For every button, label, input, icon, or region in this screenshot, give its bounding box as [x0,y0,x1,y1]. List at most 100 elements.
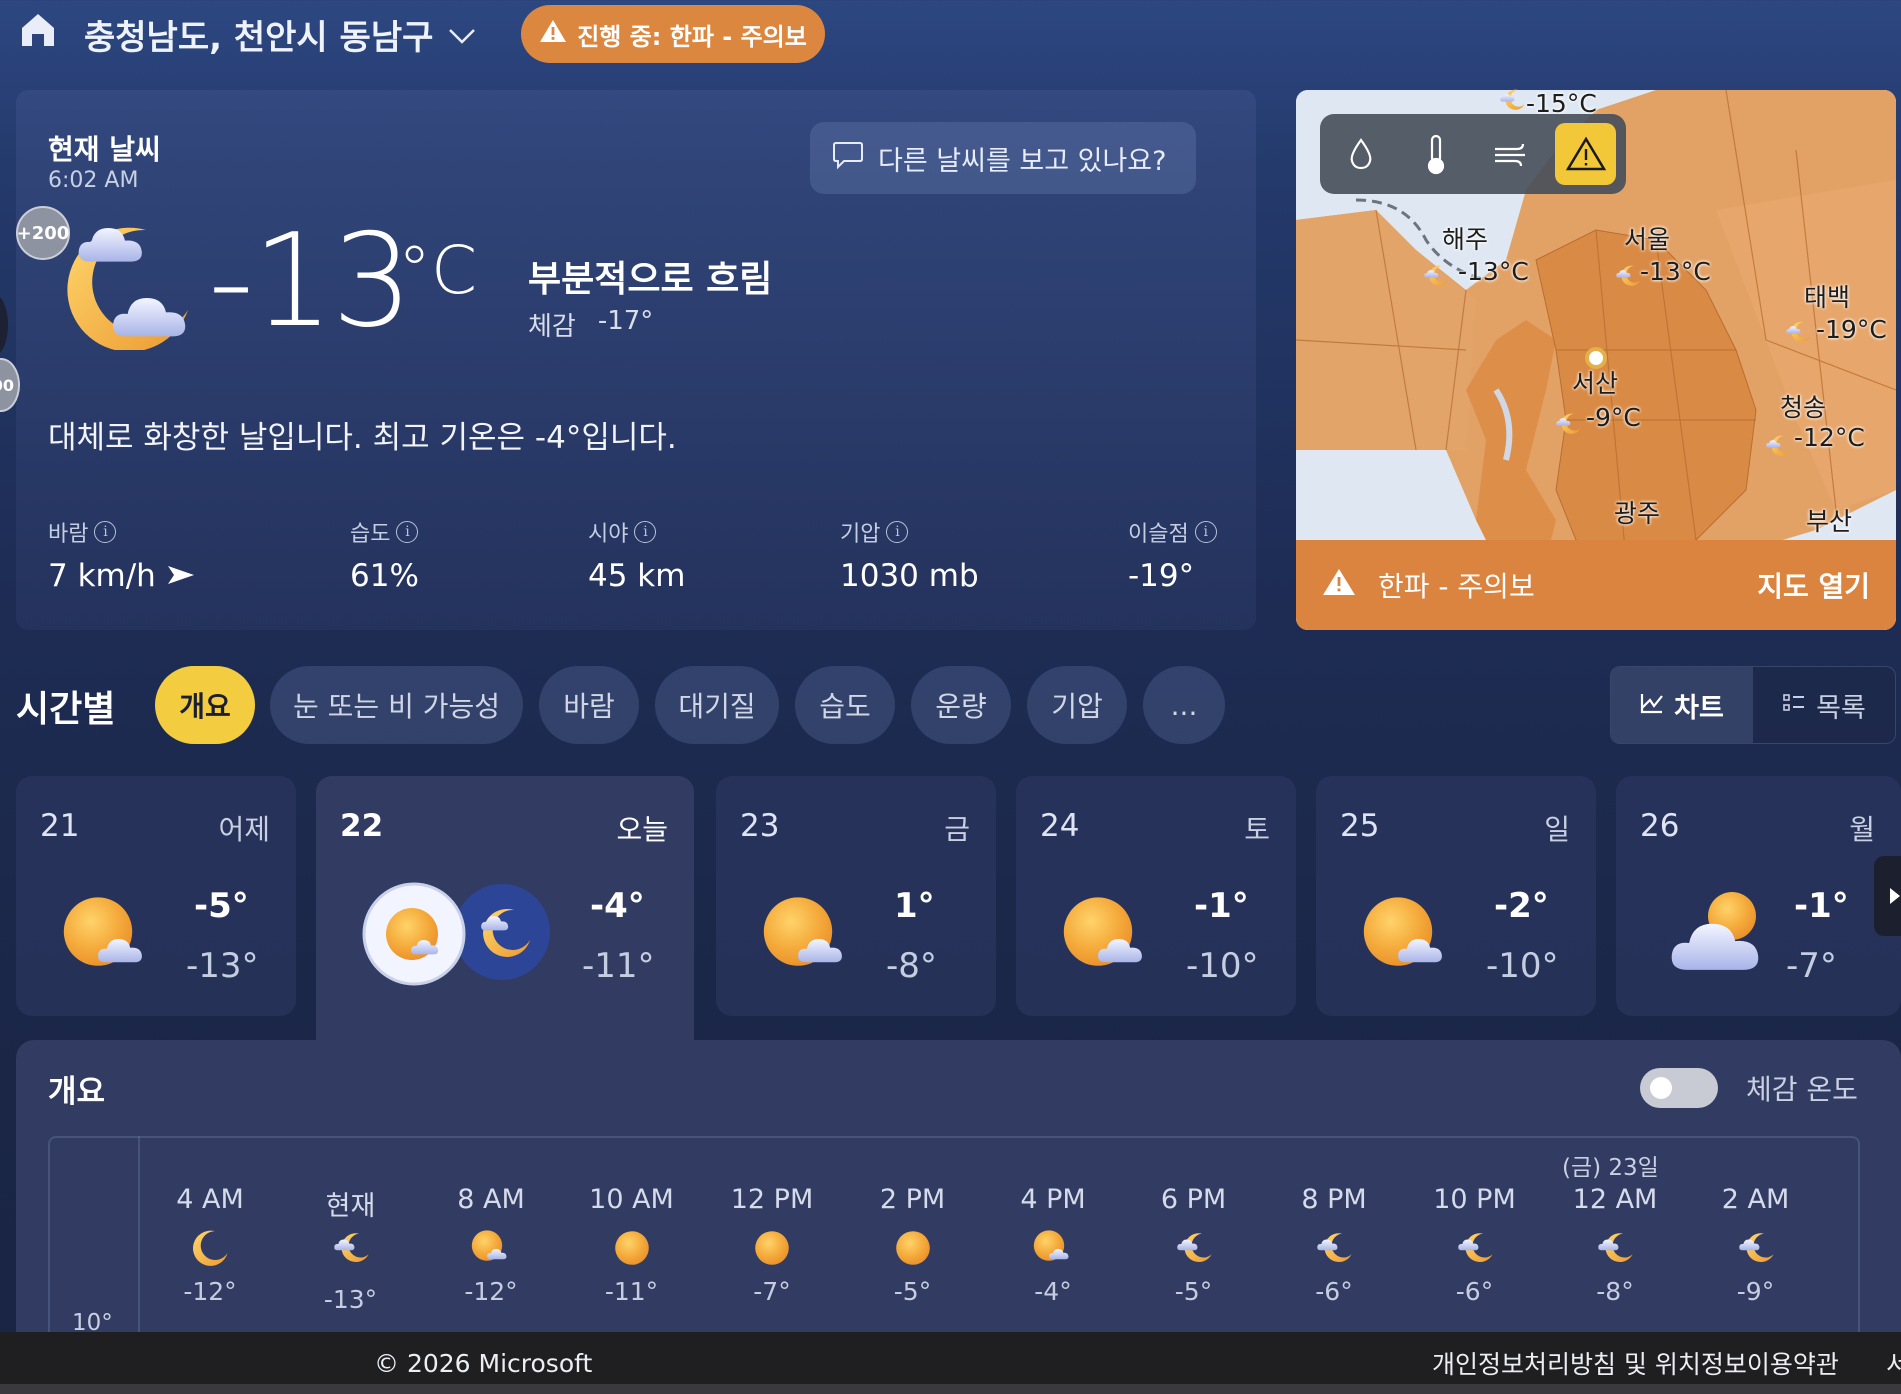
hour-column[interactable]: 8 AM -12° [431,1184,551,1306]
view-toggle: 차트 목록 [1610,666,1896,744]
moon-cloud-icon [1455,1228,1495,1272]
hour-column[interactable]: 10 AM -11° [572,1184,692,1306]
hour-column[interactable]: 10 PM -6° [1415,1184,1535,1306]
hour-temperature: -5° [1174,1277,1213,1306]
stat-value: 61% [350,558,419,594]
tab-pressure[interactable]: 기압 [1027,666,1127,744]
map-city-name: 청송 [1780,393,1827,422]
day-card[interactable]: 23 금 1° -8° [716,776,996,1016]
map-city-temp: -13°C [1458,257,1529,286]
map-city-name: 서산 [1572,369,1619,398]
privacy-link[interactable]: 개인정보처리방침 및 위치정보이용약관 [1432,1345,1839,1381]
day-number: 24 [1040,808,1080,844]
feels-like-value: -17° [597,306,654,336]
hour-time: 4 AM [176,1184,244,1215]
day-low: -8° [886,946,937,986]
hour-column[interactable]: 현재 -13° [291,1184,411,1314]
stat-value: 7 km/h [48,558,156,594]
other-weather-feedback-button[interactable]: 다른 날씨를 보고 있나요? [810,122,1196,194]
sun-cloud-icon [1062,892,1152,986]
hour-column[interactable]: 12 PM -7° [712,1184,832,1306]
view-list-button[interactable]: 목록 [1753,667,1895,743]
moon-icon [190,1228,230,1272]
hour-column[interactable]: 12 AM -8° [1555,1184,1675,1306]
thermometer-icon[interactable] [1405,123,1466,185]
footer-link-cut[interactable]: 서 [1886,1345,1901,1381]
day-low: -10° [1186,946,1259,986]
tab-cloud-cover[interactable]: 운량 [911,666,1011,744]
warning-icon[interactable] [1555,123,1616,185]
badge-counter[interactable]: +200 [16,206,70,260]
day-name: 오늘 [616,813,668,846]
active-alert-button[interactable]: 진행 중: 한파 - 주의보 [521,5,825,63]
moon-cloud-icon [1314,1228,1354,1272]
moon-cloud-icon [1595,1228,1635,1272]
stat-value: 45 km [588,558,686,594]
hour-time: 4 PM [1020,1184,1086,1215]
stat-value: -19° [1128,558,1195,594]
feels-like-toggle-label: 체감 온도 [1746,1073,1858,1106]
tab-air-quality[interactable]: 대기질 [655,666,779,744]
info-icon[interactable]: i [886,521,909,543]
hour-time: 2 PM [879,1184,946,1215]
tab-precipitation[interactable]: 눈 또는 비 가능성 [270,666,523,744]
hour-column[interactable]: 4 AM -12° [150,1184,270,1306]
more-tabs-button[interactable]: ... [1143,666,1225,744]
day-card[interactable]: 25 일 -2° -10° [1316,776,1596,1016]
wind-icon[interactable] [1480,123,1541,185]
map-city-name: 서울 [1624,225,1671,254]
drop-icon[interactable] [1330,123,1391,185]
sun-icon [612,1228,652,1272]
hour-column[interactable]: 6 PM -5° [1134,1184,1254,1306]
day-card-selected[interactable]: 22 오늘 -4° -11° [316,776,694,1040]
day-name: 일 [1544,813,1570,846]
sun-icon [893,1228,933,1272]
tab-overview[interactable]: 개요 [155,666,255,744]
warning-icon [539,18,567,50]
info-icon[interactable]: i [1194,521,1217,543]
moon-cloud-icon [1736,1228,1776,1272]
other-weather-label: 다른 날씨를 보고 있나요? [878,145,1167,177]
day-card[interactable]: 26 월 -1° -7° [1616,776,1901,1016]
sun-cloud-icon [1033,1228,1073,1272]
map-alert-footer[interactable]: 한파 - 주의보 지도 열기 [1296,540,1896,630]
moon-cloud-icon [50,210,200,352]
stat-label: 기압 [840,522,881,547]
map-city-name: 해주 [1442,225,1489,254]
hour-column[interactable]: 8 PM -6° [1274,1184,1394,1306]
current-condition: 부분적으로 흐림 [528,259,773,300]
current-temperature: -13 [208,207,413,356]
hour-column[interactable]: 2 AM -9° [1696,1184,1816,1306]
hour-temperature: -11° [604,1277,659,1306]
tab-humidity[interactable]: 습도 [795,666,895,744]
wind-direction-arrow-icon [166,558,196,594]
day-high: 1° [894,886,935,926]
day-low: -13° [186,946,259,986]
day-card[interactable]: 21 어제 -5° -13° [16,776,296,1016]
next-days-button[interactable] [1874,856,1901,936]
open-map-link[interactable]: 지도 열기 [1757,565,1870,605]
day-number: 23 [740,808,780,844]
day-name: 금 [944,813,970,846]
feels-like: 체감 -17° [528,306,653,343]
tab-wind[interactable]: 바람 [539,666,639,744]
day-high: -5° [194,886,249,926]
map-weather-icon [1546,410,1590,442]
info-icon[interactable]: i [634,521,657,543]
temperature-unit[interactable]: °C [398,238,477,304]
home-icon[interactable] [18,10,58,50]
hour-time: 2 AM [1721,1184,1790,1215]
stat-visibility: 시야 i 45 km [588,516,685,594]
overview-title: 개요 [48,1074,106,1110]
hour-column[interactable]: 2 PM -5° [853,1184,973,1306]
info-icon[interactable]: i [396,521,419,543]
stat-label: 시야 [588,522,629,547]
day-number: 25 [1340,808,1380,844]
hour-time: 8 AM [457,1184,525,1215]
location-selector[interactable]: 충청남도, 천안시 동남구 [84,10,477,59]
day-card[interactable]: 24 토 -1° -10° [1016,776,1296,1016]
copyright: © 2026 Microsoft [374,1348,593,1378]
view-chart-button[interactable]: 차트 [1611,667,1753,743]
hour-column[interactable]: 4 PM -4° [993,1184,1113,1306]
info-icon[interactable]: i [94,521,117,543]
